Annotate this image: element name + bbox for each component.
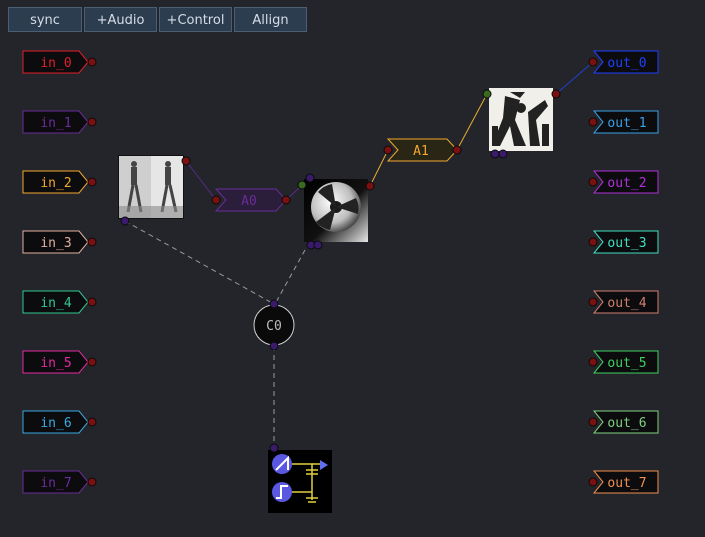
input-label: in_4: [40, 296, 71, 311]
input-port[interactable]: [87, 237, 97, 247]
a1-node[interactable]: A1: [386, 138, 458, 162]
output-port[interactable]: [588, 477, 598, 487]
a1-output-port[interactable]: [452, 145, 462, 155]
disk-node[interactable]: [304, 179, 368, 242]
input-label: in_7: [40, 476, 71, 491]
c0-input-port[interactable]: [269, 299, 279, 309]
input-terminal-5[interactable]: in_5: [22, 350, 97, 374]
input-port[interactable]: [87, 417, 97, 427]
a0-output-port[interactable]: [281, 195, 291, 205]
output-label: out_2: [607, 176, 646, 191]
output-port[interactable]: [588, 237, 598, 247]
disk-output-port[interactable]: [365, 181, 375, 191]
input-port[interactable]: [87, 477, 97, 487]
input-terminal-7[interactable]: in_7: [22, 470, 97, 494]
disk-input-port-2[interactable]: [305, 173, 315, 183]
input-terminal-6[interactable]: in_6: [22, 410, 97, 434]
output-port[interactable]: [588, 177, 598, 187]
a1-input-port[interactable]: [383, 145, 393, 155]
output-terminal-7[interactable]: out_7: [588, 470, 659, 494]
output-port[interactable]: [588, 417, 598, 427]
video-output-port[interactable]: [181, 156, 191, 166]
video-control-port[interactable]: [120, 216, 130, 226]
output-port[interactable]: [588, 117, 598, 127]
input-terminals: in_0 in_1 in_2 in_3 in_4 in_5 in_6 in_7: [22, 50, 97, 494]
input-port[interactable]: [87, 57, 97, 67]
input-label: in_1: [40, 116, 71, 131]
output-label: out_1: [607, 116, 646, 131]
input-label: in_5: [40, 356, 71, 371]
output-terminal-3[interactable]: out_3: [588, 230, 659, 254]
wire-video-to-c0: [124, 220, 275, 305]
input-label: in_6: [40, 416, 71, 431]
oscillator-node[interactable]: [268, 450, 332, 513]
input-port[interactable]: [87, 297, 97, 307]
output-label: out_6: [607, 416, 646, 431]
input-label: in_2: [40, 176, 71, 191]
input-port[interactable]: [87, 177, 97, 187]
input-terminal-1[interactable]: in_1: [22, 110, 97, 134]
a0-label: A0: [241, 194, 257, 209]
input-terminal-0[interactable]: in_0: [22, 50, 97, 74]
input-terminal-3[interactable]: in_3: [22, 230, 97, 254]
output-port[interactable]: [588, 357, 598, 367]
a0-input-port[interactable]: [211, 195, 221, 205]
disk-control-port-2[interactable]: [313, 240, 323, 250]
video-node[interactable]: [118, 155, 184, 219]
output-terminal-6[interactable]: out_6: [588, 410, 659, 434]
output-terminals: out_0 out_1 out_2 out_3 out_4 out_5 out_6 out_7: [588, 50, 659, 494]
engraving-control-port-1[interactable]: [490, 149, 500, 159]
reel-disk-icon: [311, 182, 361, 232]
output-port[interactable]: [588, 57, 598, 67]
input-port[interactable]: [87, 117, 97, 127]
input-port[interactable]: [87, 357, 97, 367]
wire-video-to-a0: [185, 160, 217, 201]
oscillator-input-port[interactable]: [269, 443, 279, 453]
input-terminal-2[interactable]: in_2: [22, 170, 97, 194]
input-label: in_3: [40, 236, 71, 251]
output-label: out_4: [607, 296, 646, 311]
engraving-node[interactable]: [489, 88, 553, 151]
c0-label: C0: [266, 319, 282, 334]
output-port[interactable]: [588, 297, 598, 307]
engraving-input-port[interactable]: [482, 89, 492, 99]
c0-output-port[interactable]: [269, 341, 279, 351]
engraving-output-port[interactable]: [551, 89, 561, 99]
output-terminal-4[interactable]: out_4: [588, 290, 659, 314]
c0-node[interactable]: C0: [253, 304, 295, 346]
output-label: out_0: [607, 56, 646, 71]
disk-input-port[interactable]: [297, 180, 307, 190]
output-label: out_7: [607, 476, 646, 491]
engraving-control-port-2[interactable]: [498, 149, 508, 159]
a1-label: A1: [413, 144, 429, 159]
output-terminal-5[interactable]: out_5: [588, 350, 659, 374]
output-label: out_5: [607, 356, 646, 371]
wire-disk-to-c0: [274, 249, 306, 305]
output-label: out_3: [607, 236, 646, 251]
patch-canvas[interactable]: in_0in_1in_2in_3in_4in_5in_6in_7 out_0ou…: [0, 0, 705, 537]
output-terminal-1[interactable]: out_1: [588, 110, 659, 134]
wire-disk-to-a1: [369, 149, 389, 187]
wire-a1-to-engraving: [456, 93, 488, 151]
input-terminal-4[interactable]: in_4: [22, 290, 97, 314]
wire-engraving-to-out0: [555, 61, 594, 95]
output-terminal-2[interactable]: out_2: [588, 170, 659, 194]
a0-node[interactable]: A0: [214, 188, 287, 212]
output-terminal-0[interactable]: out_0: [588, 50, 659, 74]
input-label: in_0: [40, 56, 71, 71]
